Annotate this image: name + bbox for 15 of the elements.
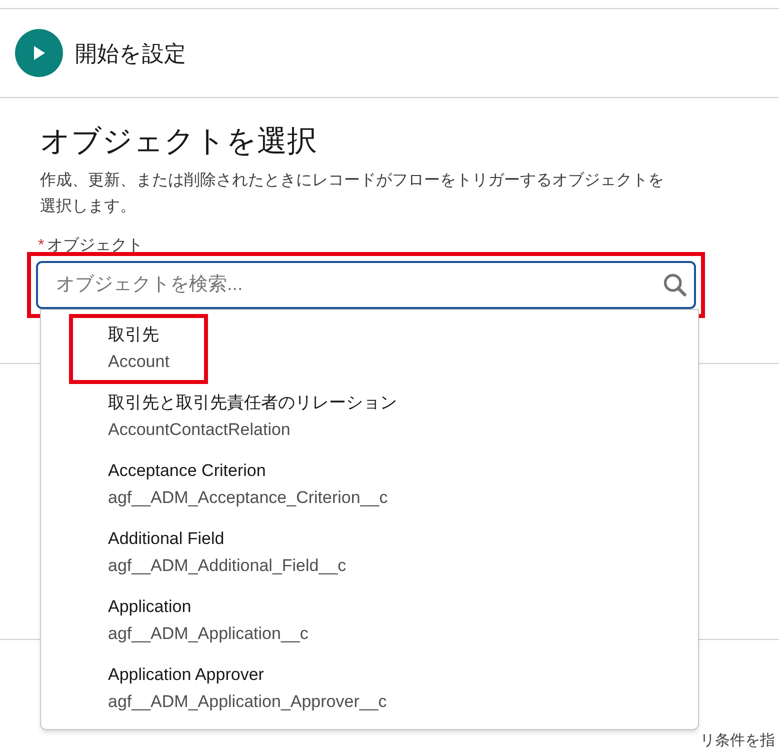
- search-field[interactable]: オブジェクトを検索...: [36, 261, 696, 309]
- option-item[interactable]: Application Approver agf__ADM_Application_Approver__c: [69, 654, 426, 724]
- footer-text: リ条件を指: [700, 731, 775, 751]
- section-description: 作成、更新、または削除されたときにレコードがフローをトリガーするオブジェクトを選択します。: [40, 170, 665, 217]
- header-title: 開始を設定: [75, 40, 186, 68]
- required-asterisk: *: [38, 236, 44, 256]
- option-item[interactable]: Application agf__ADM_Application__c: [69, 586, 348, 656]
- play-icon: [15, 29, 63, 77]
- option-item[interactable]: 取引先 Account: [69, 314, 208, 384]
- option-item[interactable]: Acceptance Criterion agf__ADM_Acceptance_Criterion__c: [69, 450, 427, 520]
- field-label: オブジェクト: [47, 236, 144, 256]
- section-title: オブジェクトを選択: [40, 124, 318, 160]
- option-item[interactable]: 取引先と取引先責任者のリレーション AccountContactRelation: [69, 382, 436, 452]
- search-icon: [662, 272, 688, 298]
- option-item[interactable]: Additional Field agf__ADM_Additional_Field__c: [69, 518, 386, 588]
